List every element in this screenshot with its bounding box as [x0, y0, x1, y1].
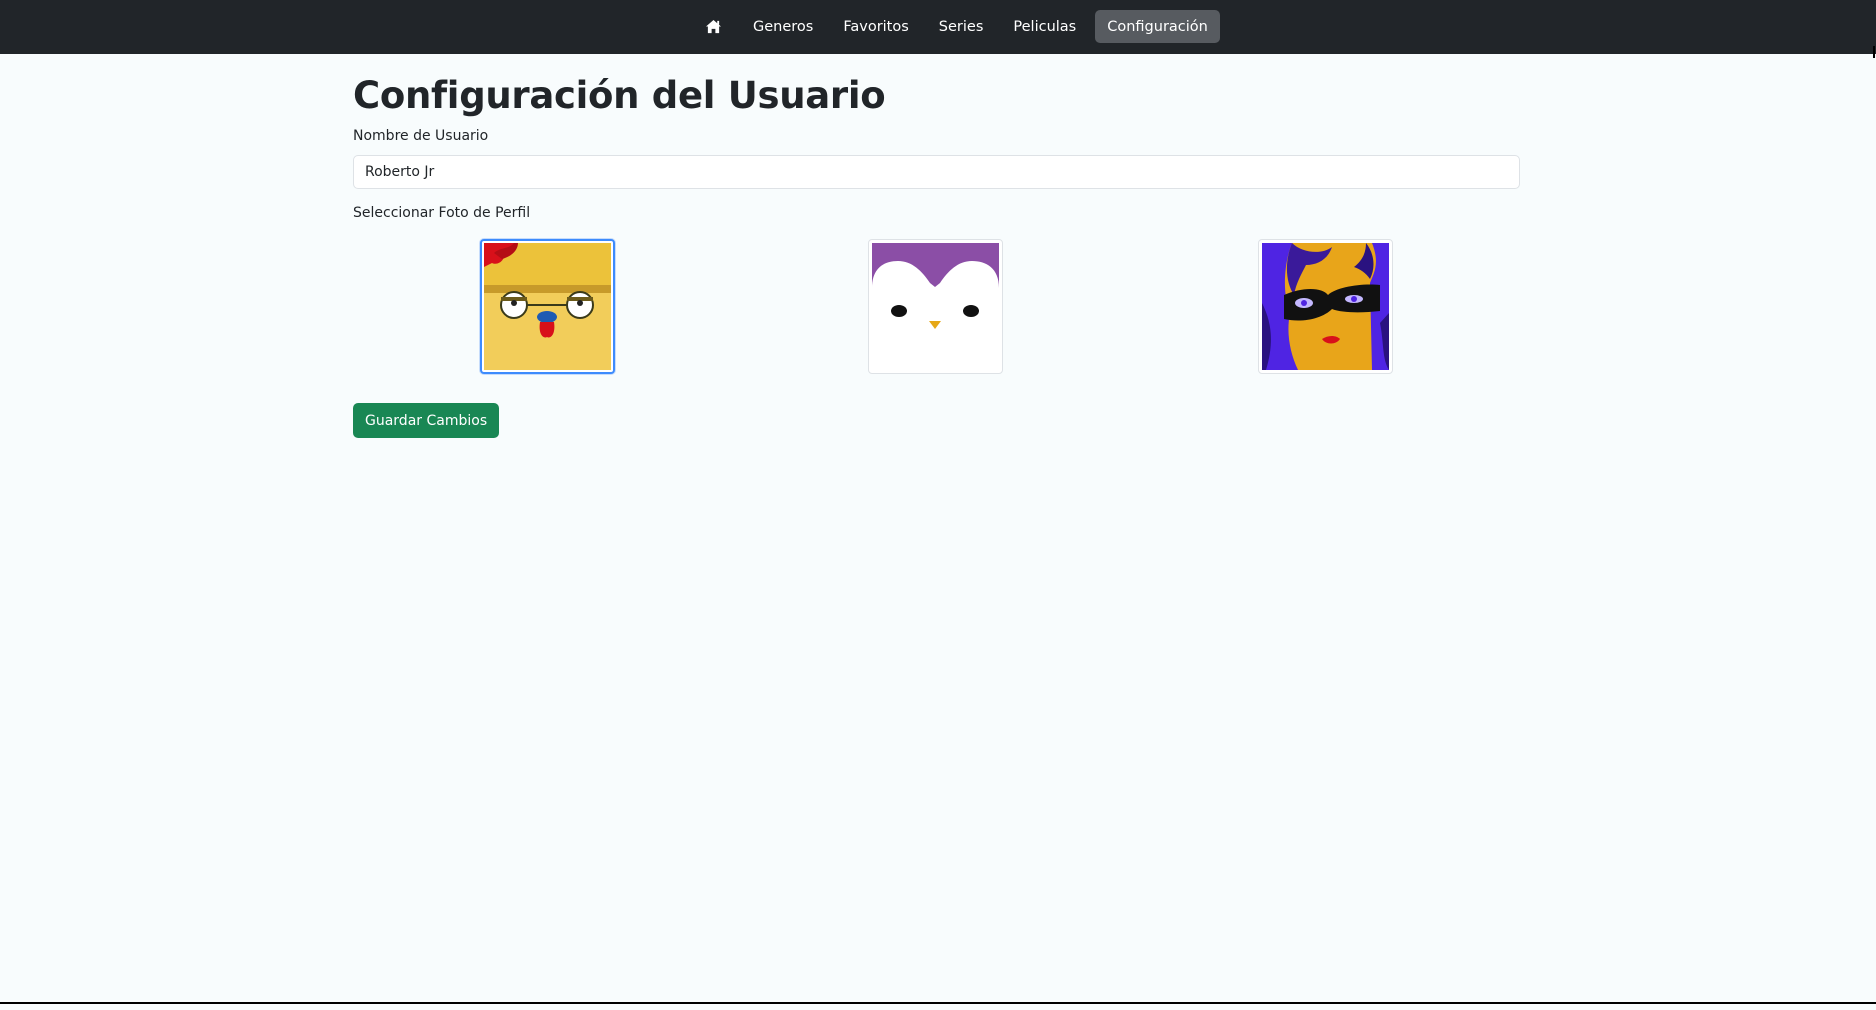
home-icon [706, 19, 721, 34]
nav-item-peliculas[interactable]: Peliculas [998, 10, 1091, 43]
nav-item-configuracion[interactable]: Configuración [1095, 10, 1220, 43]
masked-woman-avatar [1262, 243, 1389, 370]
nav-list: Generos Favoritos Series Peliculas Confi… [693, 10, 1220, 43]
scrollbar-marker [1873, 46, 1875, 58]
nav-item-series[interactable]: Series [924, 10, 999, 43]
avatar-option-masked-woman[interactable] [1258, 239, 1393, 374]
nav-item-generos[interactable]: Generos [738, 10, 828, 43]
bottom-border [0, 1002, 1876, 1004]
avatar-option-rooster[interactable] [480, 239, 615, 374]
profile-photo-label: Seleccionar Foto de Perfil [353, 205, 531, 221]
top-navbar: Generos Favoritos Series Peliculas Confi… [0, 0, 1876, 54]
page-title: Configuración del Usuario [353, 74, 886, 117]
penguin-avatar [872, 243, 999, 370]
rooster-avatar [484, 243, 611, 370]
save-changes-button[interactable]: Guardar Cambios [353, 403, 500, 438]
avatar-option-penguin[interactable] [868, 239, 1003, 374]
username-input[interactable] [353, 155, 1520, 189]
nav-item-favoritos[interactable]: Favoritos [828, 10, 923, 43]
nav-home[interactable] [693, 10, 738, 43]
username-label: Nombre de Usuario [353, 128, 489, 144]
